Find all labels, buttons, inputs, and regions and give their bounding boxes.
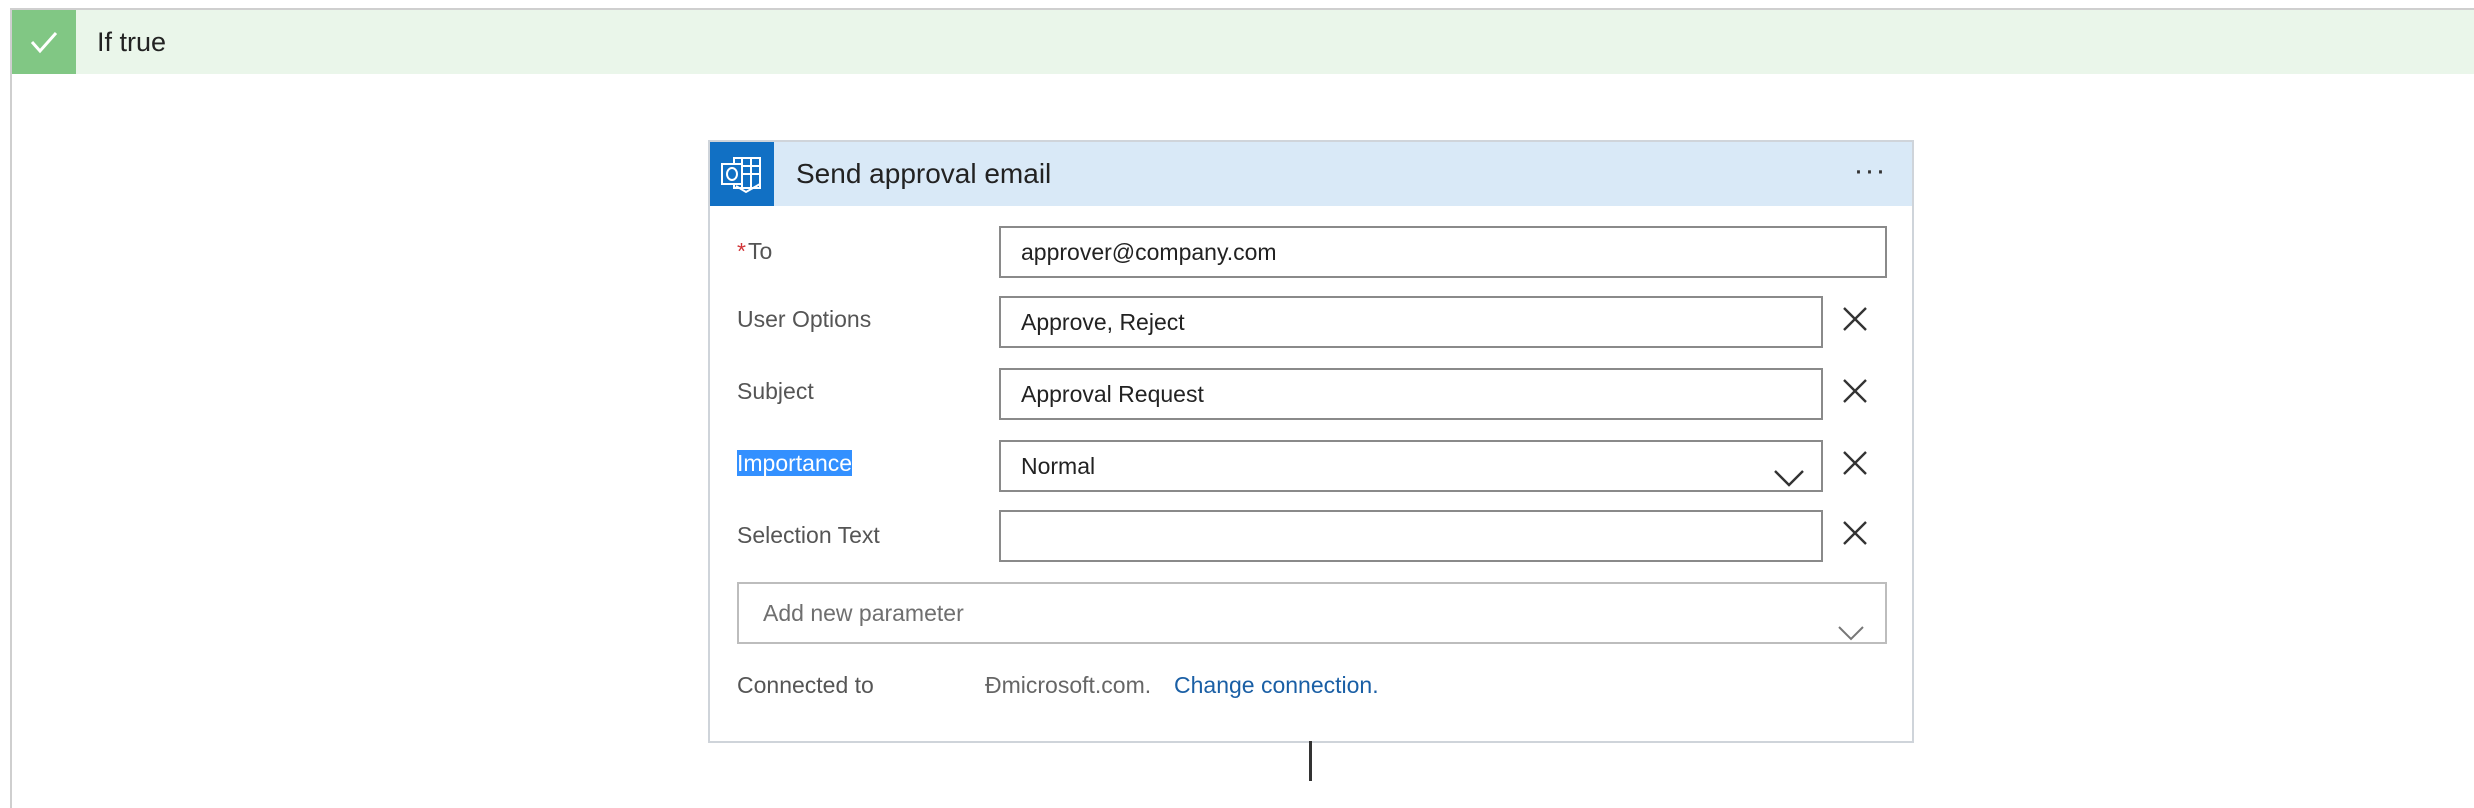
user-options-field[interactable]: Approve, Reject <box>999 296 1823 348</box>
add-parameter-placeholder: Add new parameter <box>763 600 964 626</box>
remove-importance-icon[interactable] <box>1840 448 1870 478</box>
more-options-button[interactable]: ··· <box>1846 154 1894 194</box>
importance-label: Importance <box>737 450 853 477</box>
change-connection-link[interactable]: Change connection. <box>1174 672 1379 699</box>
subject-label: Subject <box>737 378 814 404</box>
add-new-parameter-dropdown[interactable]: Add new parameter <box>737 582 1887 644</box>
required-marker: * <box>737 238 746 264</box>
importance-dropdown[interactable]: Normal <box>999 440 1823 492</box>
remove-user-options-icon[interactable] <box>1840 304 1870 334</box>
to-label-text: To <box>747 238 773 264</box>
importance-value: Normal <box>1021 453 1096 479</box>
card-title: Send approval email <box>796 158 1052 189</box>
connection-account: Đmicrosoft.com. <box>985 672 1152 698</box>
chevron-down-icon <box>1837 604 1865 662</box>
connected-to-label: Connected to <box>737 672 874 698</box>
branch-header[interactable]: If true <box>12 10 2474 74</box>
branch-title: If true <box>97 27 167 57</box>
send-approval-email-card: Send approval email ··· *To approver@com… <box>708 140 1914 743</box>
user-options-label: User Options <box>737 306 872 332</box>
card-header[interactable]: Send approval email ··· <box>710 142 1912 206</box>
chevron-down-icon[interactable] <box>1773 456 1805 504</box>
importance-label-text: Importance <box>737 450 853 476</box>
selection-text-label: Selection Text <box>737 522 880 548</box>
checkmark-icon <box>12 10 76 74</box>
to-label: *To <box>737 238 772 265</box>
subject-field[interactable]: Approval Request <box>999 368 1823 420</box>
remove-subject-icon[interactable] <box>1840 376 1870 406</box>
outlook-icon <box>710 142 774 206</box>
to-field[interactable]: approver@company.com <box>999 226 1887 278</box>
flow-connector-line <box>1309 741 1312 781</box>
remove-selection-text-icon[interactable] <box>1840 518 1870 548</box>
selection-text-field[interactable] <box>999 510 1823 562</box>
